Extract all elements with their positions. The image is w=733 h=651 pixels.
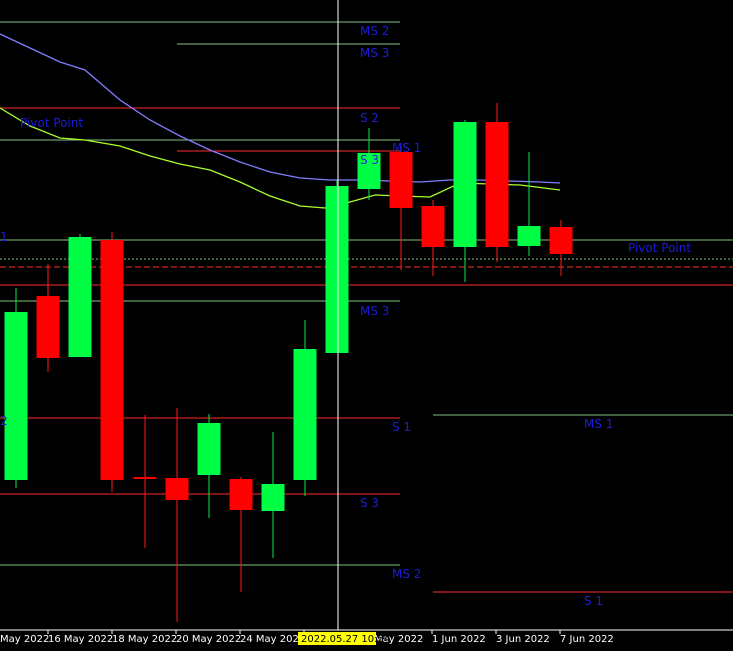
candle-bull[interactable] xyxy=(293,349,317,480)
candle-bull[interactable] xyxy=(517,226,541,246)
x-tick-label: 16 May 2022 xyxy=(48,634,113,645)
level-label-s3-low: S 3 xyxy=(360,496,379,510)
candle-bear[interactable] xyxy=(389,152,413,208)
level-label-s3-upper: S 3 xyxy=(360,153,379,167)
price-chart[interactable]: MS 2 MS 3 Pivot Point S 2 S 3 MS 1 1 Piv… xyxy=(0,0,733,651)
candle-bear[interactable] xyxy=(229,479,253,510)
level-label-ms3-mid: MS 3 xyxy=(360,304,389,318)
level-label-ms1-right: MS 1 xyxy=(584,417,613,431)
level-label-pivot-right: Pivot Point xyxy=(628,241,691,255)
candle-bear[interactable] xyxy=(165,478,189,500)
level-label-ms1-upper: MS 1 xyxy=(392,141,421,155)
x-tick-label: May 2022 xyxy=(0,634,49,645)
level-label-s2-upper: S 2 xyxy=(360,111,379,125)
candle-bear[interactable] xyxy=(549,227,573,254)
level-label-ms2-low: MS 2 xyxy=(392,567,421,581)
candle-bull[interactable] xyxy=(325,186,349,353)
candle-bull[interactable] xyxy=(261,484,285,511)
candle-bull[interactable] xyxy=(453,122,477,247)
level-label-2-left: 2 xyxy=(0,414,8,428)
x-tick-label: 7 Jun 2022 xyxy=(560,634,614,645)
x-tick-label: 24 May 2022 xyxy=(240,634,305,645)
candle-bull[interactable] xyxy=(197,423,221,475)
x-tick-label: 20 May 2022 xyxy=(176,634,241,645)
x-tick-label: 1 Jun 2022 xyxy=(432,634,486,645)
candle-bear[interactable] xyxy=(485,122,509,247)
level-label-s1-mid: S 1 xyxy=(392,420,411,434)
candle-bear[interactable] xyxy=(36,296,60,358)
level-label-pivot-left: Pivot Point xyxy=(20,116,83,130)
level-label-ms2-top: MS 2 xyxy=(360,24,389,38)
level-label-s1-right: S 1 xyxy=(584,594,603,608)
candle-bull[interactable] xyxy=(68,237,92,357)
cursor-date-label: 2022.05.27 10:54 xyxy=(301,634,390,645)
candle-bull[interactable] xyxy=(4,312,28,480)
candle-bear[interactable] xyxy=(100,240,124,480)
x-tick-label: 3 Jun 2022 xyxy=(496,634,550,645)
level-label-1-left: 1 xyxy=(0,230,8,244)
x-tick-label: 18 May 2022 xyxy=(112,634,177,645)
candle-bear[interactable] xyxy=(421,206,445,247)
level-label-ms3-top: MS 3 xyxy=(360,46,389,60)
candle-bear[interactable] xyxy=(133,477,157,479)
